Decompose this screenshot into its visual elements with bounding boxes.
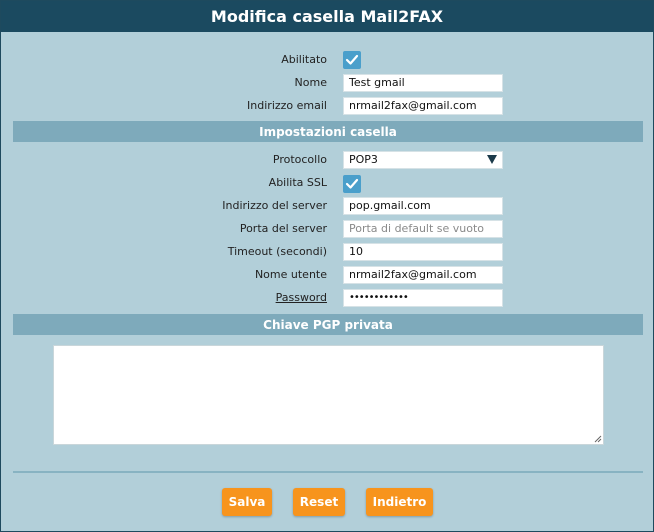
save-button[interactable]: Salva xyxy=(222,488,272,516)
server-label: Indirizzo del server xyxy=(222,199,327,212)
name-input[interactable]: Test gmail xyxy=(343,74,503,92)
protocol-row: Protocollo POP3 xyxy=(1,149,653,171)
timeout-row: Timeout (secondi) 10 xyxy=(1,241,653,263)
password-input[interactable]: •••••••••••• xyxy=(343,289,503,307)
name-label: Nome xyxy=(294,76,327,89)
pgp-key-textarea[interactable] xyxy=(53,345,604,445)
footer-divider xyxy=(13,471,643,473)
enabled-checkbox[interactable] xyxy=(343,51,361,69)
email-row: Indirizzo email nrmail2fax@gmail.com xyxy=(1,95,653,117)
port-label: Porta del server xyxy=(239,222,327,235)
back-button[interactable]: Indietro xyxy=(366,488,433,516)
protocol-label: Protocollo xyxy=(272,153,327,166)
timeout-input[interactable]: 10 xyxy=(343,243,503,261)
username-input[interactable]: nrmail2fax@gmail.com xyxy=(343,266,503,284)
reset-button[interactable]: Reset xyxy=(293,488,345,516)
protocol-select[interactable]: POP3 xyxy=(343,151,503,169)
email-label: Indirizzo email xyxy=(247,99,327,112)
ssl-label: Abilita SSL xyxy=(268,176,327,189)
password-label[interactable]: Password xyxy=(276,287,327,309)
port-input[interactable]: Porta di default se vuoto xyxy=(343,220,503,238)
server-row: Indirizzo del server pop.gmail.com xyxy=(1,195,653,217)
window-title: Modifica casella Mail2FAX xyxy=(1,1,653,32)
check-icon xyxy=(345,178,359,189)
ssl-checkbox[interactable] xyxy=(343,175,361,193)
server-input[interactable]: pop.gmail.com xyxy=(343,197,503,215)
port-row: Porta del server Porta di default se vuo… xyxy=(1,218,653,240)
timeout-label: Timeout (secondi) xyxy=(227,245,327,258)
name-row: Nome Test gmail xyxy=(1,72,653,94)
enabled-label: Abilitato xyxy=(281,53,327,66)
chevron-down-icon xyxy=(487,155,497,164)
email-input[interactable]: nrmail2fax@gmail.com xyxy=(343,97,503,115)
check-icon xyxy=(345,54,359,65)
mailbox-settings-header: Impostazioni casella xyxy=(13,121,643,142)
pgp-key-header: Chiave PGP privata xyxy=(13,314,643,335)
username-label: Nome utente xyxy=(254,268,327,281)
ssl-row: Abilita SSL xyxy=(1,172,653,194)
password-row: Password •••••••••••• xyxy=(1,287,653,309)
username-row: Nome utente nrmail2fax@gmail.com xyxy=(1,264,653,286)
dialog-window: Modifica casella Mail2FAX Abilitato Nome… xyxy=(0,0,654,532)
enabled-row: Abilitato xyxy=(1,49,653,71)
resize-grip-icon[interactable] xyxy=(594,435,602,443)
protocol-selected-value: POP3 xyxy=(349,153,378,166)
